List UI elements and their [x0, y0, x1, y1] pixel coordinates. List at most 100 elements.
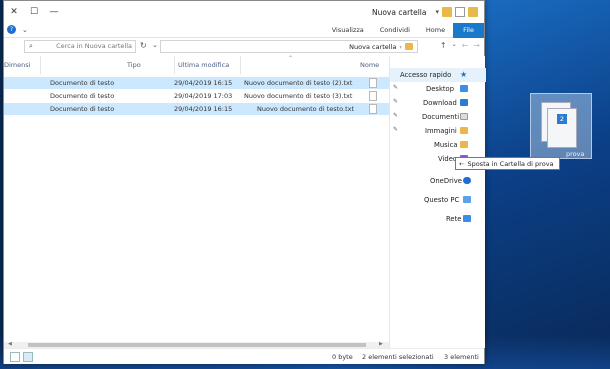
text-file-icon: [369, 104, 377, 114]
search-input[interactable]: ⌕ Cerca in Nuova cartella: [24, 40, 136, 53]
title-right-group: Nuova cartella ▾: [372, 1, 478, 23]
forward-arrow-icon[interactable]: ←: [462, 41, 469, 50]
nav-network[interactable]: Rete: [390, 212, 486, 226]
status-count: 3 elementi: [444, 353, 479, 361]
nav-this-pc[interactable]: Questo PC: [390, 193, 486, 207]
back-arrow-icon[interactable]: →: [473, 41, 480, 50]
file-name[interactable]: Nuovo documento di testo.txt: [257, 105, 354, 113]
tab-condividi[interactable]: Condividi: [372, 23, 418, 38]
column-divider[interactable]: [240, 56, 241, 74]
status-size: 0 byte: [332, 353, 353, 361]
breadcrumb-chevron-icon[interactable]: ›: [399, 43, 402, 51]
drag-tooltip: ⇠ Sposta in Cartella di prova: [455, 157, 560, 170]
address-folder-icon: [405, 43, 413, 50]
tiles-view-icon[interactable]: [23, 352, 33, 362]
file-modified: 29/04/2019 17:03: [174, 92, 233, 100]
cloud-icon: [463, 177, 471, 184]
table-row[interactable]: Documento di testo 29/04/2019 16:15 Nuov…: [4, 103, 389, 115]
ribbon-left: ? ⌄: [7, 25, 28, 34]
recent-dropdown-icon[interactable]: ⌄: [452, 41, 457, 50]
star-icon: ★: [460, 70, 468, 79]
ribbon: ? ⌄ Visualizza Condividi Home File: [4, 23, 484, 38]
nav-quick-access-label: Accesso rapido: [400, 71, 452, 79]
nav-item-label: Documenti: [422, 113, 460, 121]
column-type[interactable]: Tipo: [127, 61, 141, 69]
pin-icon[interactable]: ✎: [393, 126, 398, 133]
nav-onedrive[interactable]: OneDrive: [390, 174, 486, 188]
title-bar: ✕ ☐ — Nuova cartella ▾: [4, 1, 484, 23]
column-modified[interactable]: Ultima modifica: [178, 61, 229, 69]
pin-icon[interactable]: ✎: [393, 112, 398, 119]
minimize-button[interactable]: —: [44, 1, 64, 23]
network-icon: [463, 215, 471, 222]
search-placeholder: Cerca in Nuova cartella: [56, 42, 132, 50]
close-button[interactable]: ✕: [4, 1, 24, 23]
up-arrow-icon[interactable]: ↑: [440, 41, 447, 50]
column-name[interactable]: Nome: [360, 61, 379, 69]
file-name[interactable]: Nuovo documento di testo (2).txt: [244, 79, 352, 87]
table-row[interactable]: Documento di testo 29/04/2019 17:03 Nuov…: [4, 90, 389, 102]
scrollbar-thumb[interactable]: [28, 343, 366, 347]
drag-count-badge: 2: [557, 114, 567, 124]
status-selection: 2 elementi selezionati: [362, 353, 434, 361]
qa-dropdown-icon[interactable]: ▾: [435, 8, 439, 16]
column-headers: Dimensi Tipo Ultima modifica ⌃ Nome: [4, 55, 389, 74]
navigation-pane: Accesso rapido ★ ✎ Desktop ✎ Download ✎ …: [389, 56, 486, 348]
tab-file[interactable]: File: [453, 23, 484, 38]
scroll-right-icon[interactable]: ▶: [379, 341, 383, 347]
column-divider[interactable]: [174, 56, 175, 74]
sort-up-icon: ⌃: [288, 55, 294, 62]
nav-item-label: Immagini: [425, 127, 457, 135]
nav-item-download[interactable]: ✎ Download: [390, 96, 486, 110]
tab-visualizza[interactable]: Visualizza: [324, 23, 372, 38]
pictures-icon: [460, 127, 468, 134]
nav-this-pc-label: Questo PC: [424, 196, 460, 204]
music-icon: [460, 141, 468, 148]
nav-item-musica[interactable]: Musica: [390, 138, 486, 152]
file-modified: 29/04/2019 16:15: [174, 105, 233, 113]
desktop-background: [480, 0, 610, 369]
nav-item-desktop[interactable]: ✎ Desktop: [390, 82, 486, 96]
explorer-window: ✕ ☐ — Nuova cartella ▾ ? ⌄ Visualizza Co…: [3, 0, 486, 364]
search-icon: ⌕: [29, 42, 33, 50]
column-size[interactable]: Dimensi: [4, 61, 30, 69]
tab-home[interactable]: Home: [418, 23, 453, 38]
file-name[interactable]: Nuovo documento di testo (3).txt: [244, 92, 352, 100]
nav-item-label: Desktop: [426, 85, 455, 93]
refresh-icon[interactable]: ↻: [140, 41, 147, 50]
pin-icon[interactable]: ✎: [393, 98, 398, 105]
desktop-icon: [460, 85, 468, 92]
file-type: Documento di testo: [50, 92, 115, 100]
file-type: Documento di testo: [50, 105, 115, 113]
address-path[interactable]: Nuova cartella: [349, 43, 396, 51]
help-icon[interactable]: ?: [7, 25, 16, 34]
nav-quick-access[interactable]: Accesso rapido ★: [390, 68, 486, 82]
address-row: ⌕ Cerca in Nuova cartella ↻ ⌄ Nuova cart…: [4, 38, 484, 55]
address-bar[interactable]: Nuova cartella ›: [160, 40, 418, 53]
nav-item-label: Musica: [434, 141, 458, 149]
status-bar: 0 byte 2 elementi selezionati 3 elementi: [4, 348, 484, 364]
details-view-icon[interactable]: [10, 352, 20, 362]
pin-icon[interactable]: ✎: [393, 84, 398, 91]
file-modified: 29/04/2019 16:15: [174, 79, 233, 87]
file-type: Documento di testo: [50, 79, 115, 87]
move-arrow-icon: ⇠: [459, 159, 465, 168]
scroll-left-icon[interactable]: ◀: [8, 341, 12, 347]
maximize-button[interactable]: ☐: [24, 1, 44, 23]
nav-onedrive-label: OneDrive: [430, 177, 462, 185]
expand-ribbon-icon[interactable]: ⌄: [22, 26, 28, 34]
address-history-icon[interactable]: ⌄: [152, 41, 158, 49]
ghost-folder-label: prova: [566, 150, 585, 158]
documents-icon: [460, 113, 468, 120]
qa-folder-icon[interactable]: [442, 7, 452, 17]
file-list: Dimensi Tipo Ultima modifica ⌃ Nome Docu…: [4, 55, 389, 342]
column-divider[interactable]: [40, 56, 41, 74]
text-file-icon: [369, 91, 377, 101]
nav-item-documenti[interactable]: ✎ Documenti: [390, 110, 486, 124]
nav-arrows: ↑ ⌄ ← →: [440, 41, 480, 50]
computer-icon: [463, 196, 471, 203]
nav-item-label: Download: [423, 99, 457, 107]
qa-properties-icon[interactable]: [455, 7, 465, 17]
table-row[interactable]: Documento di testo 29/04/2019 16:15 Nuov…: [4, 77, 389, 89]
nav-item-immagini[interactable]: ✎ Immagini: [390, 124, 486, 138]
